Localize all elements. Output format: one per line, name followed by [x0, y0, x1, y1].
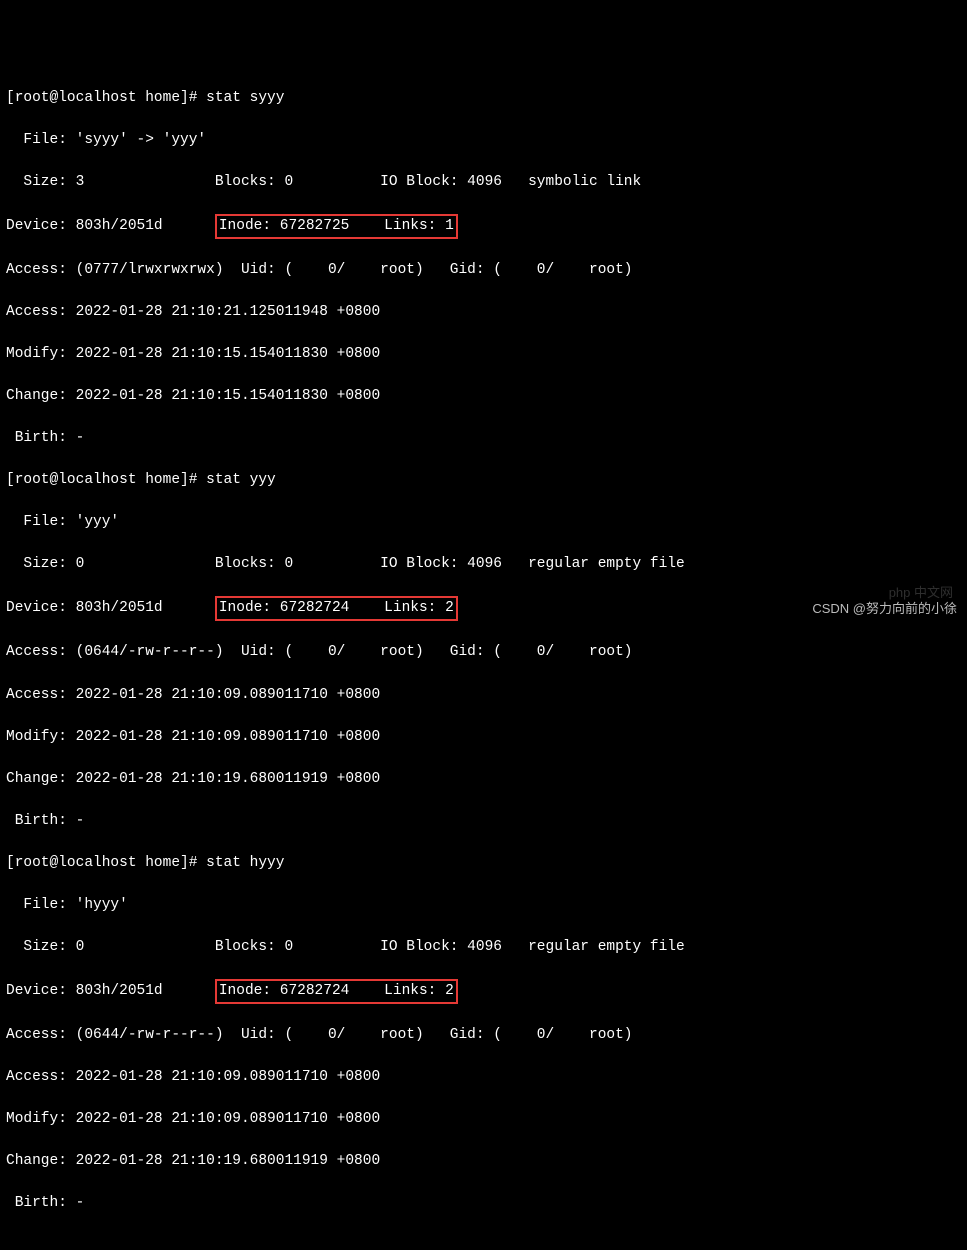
stat3-inode-links: Inode: 67282724 Links: 2: [215, 979, 458, 1004]
stat2-size: Size: 0 Blocks: 0 IO Block: 4096 regular…: [6, 554, 961, 575]
stat3-access-perm: Access: (0644/-rw-r--r--) Uid: ( 0/ root…: [6, 1025, 961, 1046]
stat1-access-time: Access: 2022-01-28 21:10:21.125011948 +0…: [6, 302, 961, 323]
stat1-birth: Birth: -: [6, 428, 961, 449]
stat3-change-time: Change: 2022-01-28 21:10:19.680011919 +0…: [6, 1151, 961, 1172]
stat2-device-prefix: Device: 803h/2051d: [6, 600, 215, 616]
stat1-inode-links: Inode: 67282725 Links: 1: [215, 214, 458, 239]
shell-prompt-1: [root@localhost home]#: [6, 90, 206, 106]
prompt-line-2[interactable]: [root@localhost home]# stat yyy: [6, 470, 961, 491]
stat1-modify-time: Modify: 2022-01-28 21:10:15.154011830 +0…: [6, 344, 961, 365]
stat1-device: Device: 803h/2051d Inode: 67282725 Links…: [6, 214, 961, 239]
stat2-modify-time: Modify: 2022-01-28 21:10:09.089011710 +0…: [6, 727, 961, 748]
prompt-line-3[interactable]: [root@localhost home]# stat hyyy: [6, 853, 961, 874]
stat2-access-time: Access: 2022-01-28 21:10:09.089011710 +0…: [6, 685, 961, 706]
stat1-device-prefix: Device: 803h/2051d: [6, 218, 215, 234]
command-2: stat yyy: [206, 472, 276, 488]
stat2-access-perm: Access: (0644/-rw-r--r--) Uid: ( 0/ root…: [6, 642, 961, 663]
stat3-size: Size: 0 Blocks: 0 IO Block: 4096 regular…: [6, 937, 961, 958]
command-3: stat hyyy: [206, 855, 284, 871]
stat2-birth: Birth: -: [6, 811, 961, 832]
stat3-device-prefix: Device: 803h/2051d: [6, 983, 215, 999]
stat3-modify-time: Modify: 2022-01-28 21:10:09.089011710 +0…: [6, 1109, 961, 1130]
stat3-device: Device: 803h/2051d Inode: 67282724 Links…: [6, 979, 961, 1004]
stat2-inode-links: Inode: 67282724 Links: 2: [215, 596, 458, 621]
stat3-file: File: 'hyyy': [6, 895, 961, 916]
stat1-file: File: 'syyy' -> 'yyy': [6, 130, 961, 151]
stat2-file: File: 'yyy': [6, 512, 961, 533]
shell-prompt-2: [root@localhost home]#: [6, 472, 206, 488]
stat3-birth: Birth: -: [6, 1193, 961, 1214]
stat1-size: Size: 3 Blocks: 0 IO Block: 4096 symboli…: [6, 172, 961, 193]
prompt-line-1[interactable]: [root@localhost home]# stat syyy: [6, 88, 961, 109]
shell-prompt-3: [root@localhost home]#: [6, 855, 206, 871]
stat1-access-perm: Access: (0777/lrwxrwxrwx) Uid: ( 0/ root…: [6, 260, 961, 281]
stat2-change-time: Change: 2022-01-28 21:10:19.680011919 +0…: [6, 769, 961, 790]
stat3-access-time: Access: 2022-01-28 21:10:09.089011710 +0…: [6, 1067, 961, 1088]
command-1: stat syyy: [206, 90, 284, 106]
footer-credit: CSDN @努力向前的小徐: [812, 600, 957, 619]
stat1-change-time: Change: 2022-01-28 21:10:15.154011830 +0…: [6, 386, 961, 407]
